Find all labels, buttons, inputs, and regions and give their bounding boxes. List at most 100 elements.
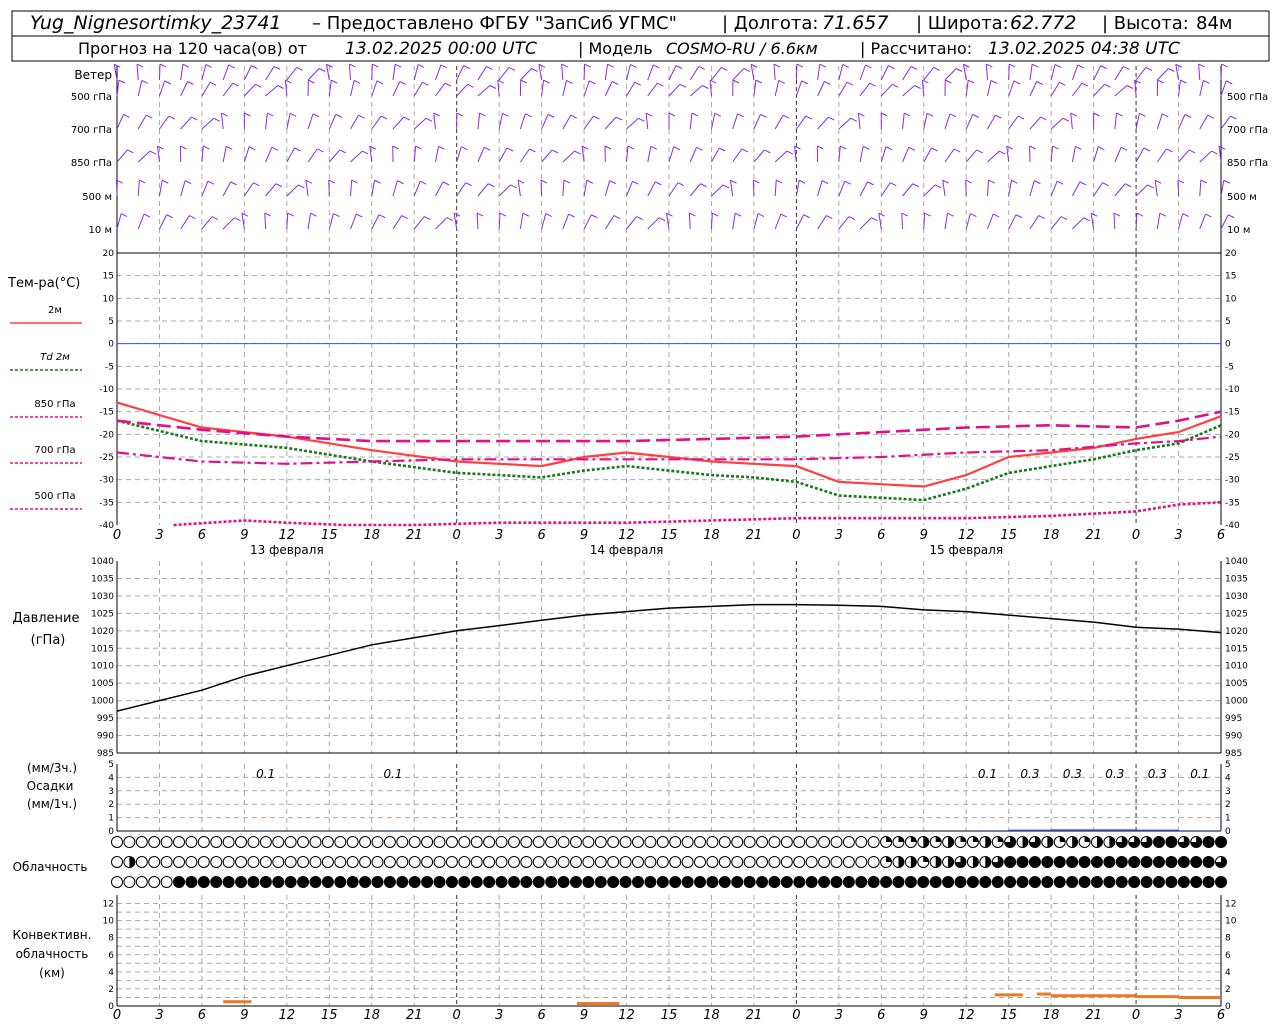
wind-barb (944, 68, 957, 81)
wind-barb-flag (1013, 80, 1021, 85)
cloud-circle (272, 836, 285, 848)
temp-hour-label: 3 (835, 528, 843, 543)
wind-barb-flag (486, 65, 493, 70)
conv-ytick-right: 12 (1225, 900, 1236, 910)
wind-barb-flag (668, 112, 676, 117)
wind-barb-flag (444, 82, 452, 87)
wind-barb-flag (221, 112, 228, 117)
temp-hour-label: 9 (920, 528, 928, 543)
precip-bar (980, 830, 1009, 831)
wind-barb-flag (953, 148, 961, 153)
wind-barb (180, 116, 192, 130)
day-label: 14 февраля (590, 543, 664, 557)
pressure-ytick-left: 1000 (91, 697, 114, 707)
wind-barb (732, 68, 745, 81)
cloud-circle (619, 856, 632, 868)
cloud-fill (948, 856, 954, 868)
wind-barb-flag (374, 179, 381, 184)
wind-barb (392, 81, 401, 97)
wind-barb-flag (510, 184, 517, 189)
wind-barb (817, 116, 829, 130)
wind-barb-flag (757, 213, 765, 217)
cloud-circle (818, 876, 831, 888)
cloud-circle (1165, 836, 1178, 848)
alt-value: 84м (1196, 13, 1232, 34)
wind-level-label-right: 500 гПа (1227, 92, 1268, 103)
wind-barb (243, 146, 250, 163)
wind-barb-flag (679, 83, 687, 88)
wind-barb (1199, 213, 1206, 230)
wind-barb-flag (871, 217, 878, 222)
cloud-circle (247, 856, 260, 868)
wind-barb (1072, 217, 1085, 230)
wind-barb-flag (139, 179, 146, 184)
wind-barb (902, 183, 914, 197)
cloud-circle (445, 856, 458, 868)
cloud-circle (346, 876, 359, 888)
conv-ytick-left: 2 (108, 985, 114, 995)
temp-ytick-left: -10 (99, 385, 114, 395)
temp-legend-label: 700 гПа (34, 445, 75, 456)
wind-barb-flag (146, 114, 153, 119)
wind-barb-flag (1230, 115, 1237, 120)
wind-barb (1071, 64, 1079, 81)
wind-barb (923, 67, 935, 81)
day-label: 15 февраля (929, 543, 1003, 557)
wind-barb-flag (821, 180, 829, 185)
pressure-ytick-right: 995 (1225, 714, 1242, 724)
precip-ytick-left: 2 (108, 800, 114, 810)
wind-barb (286, 67, 298, 81)
wind-barb-flag (922, 79, 929, 84)
wind-barb (1199, 114, 1209, 130)
wind-barb (604, 180, 611, 197)
wind-barb-flag (773, 63, 781, 68)
wind-barb (710, 212, 713, 230)
wind-barb-flag (277, 85, 284, 89)
cloud-circle (656, 856, 669, 868)
wind-barb-flag (353, 79, 361, 84)
wind-barb-flag (986, 63, 993, 68)
wind-barb (435, 82, 446, 97)
wind-barb (116, 149, 128, 163)
wind-barb-flag (331, 79, 338, 84)
conv-hour-label: 3 (495, 1008, 503, 1023)
pressure-ytick-right: 1000 (1225, 697, 1248, 707)
wind-barb (328, 149, 341, 163)
wind-barb-flag (180, 145, 187, 150)
cloud-fill (1059, 836, 1066, 842)
wind-barb (1050, 64, 1056, 81)
wind-barb (1029, 215, 1040, 230)
temp-hour-label: 18 (1043, 528, 1060, 543)
wind-barb-flag (356, 213, 363, 218)
wind-barb-flag (230, 181, 237, 186)
wind-barb (413, 82, 423, 97)
temp-legend-label: 850 гПа (34, 399, 75, 410)
cloud-circle (1090, 876, 1103, 888)
wind-barb (350, 80, 355, 97)
wind-barb-flag (561, 63, 568, 68)
cloud-circle (210, 856, 223, 868)
wind-barb-flag (136, 63, 144, 68)
cloud-circle (309, 836, 322, 848)
cloud-circle (396, 876, 409, 888)
wind-barb-flag (287, 212, 294, 217)
wind-barb (793, 146, 797, 163)
cloud-circle (284, 876, 297, 888)
wind-barb (1114, 147, 1122, 163)
cloud-circle (197, 856, 210, 868)
wind-barb (350, 213, 357, 230)
wind-barb (626, 82, 636, 97)
wind-barb-flag (615, 116, 623, 121)
wind-barb-flag (955, 68, 963, 72)
wind-barb-flag (182, 63, 190, 68)
wind-barb (795, 115, 807, 130)
wind-barb (1008, 214, 1017, 230)
wind-barb-flag (317, 148, 324, 153)
temp-hour-label: 3 (155, 528, 163, 543)
wind-barb-flag (862, 145, 870, 150)
cloud-circle (433, 876, 446, 888)
temp-hour-label: 0 (792, 528, 800, 543)
wind-barb-flag (780, 213, 788, 218)
cloud-circle (805, 876, 818, 888)
cloud-fill (886, 856, 892, 862)
